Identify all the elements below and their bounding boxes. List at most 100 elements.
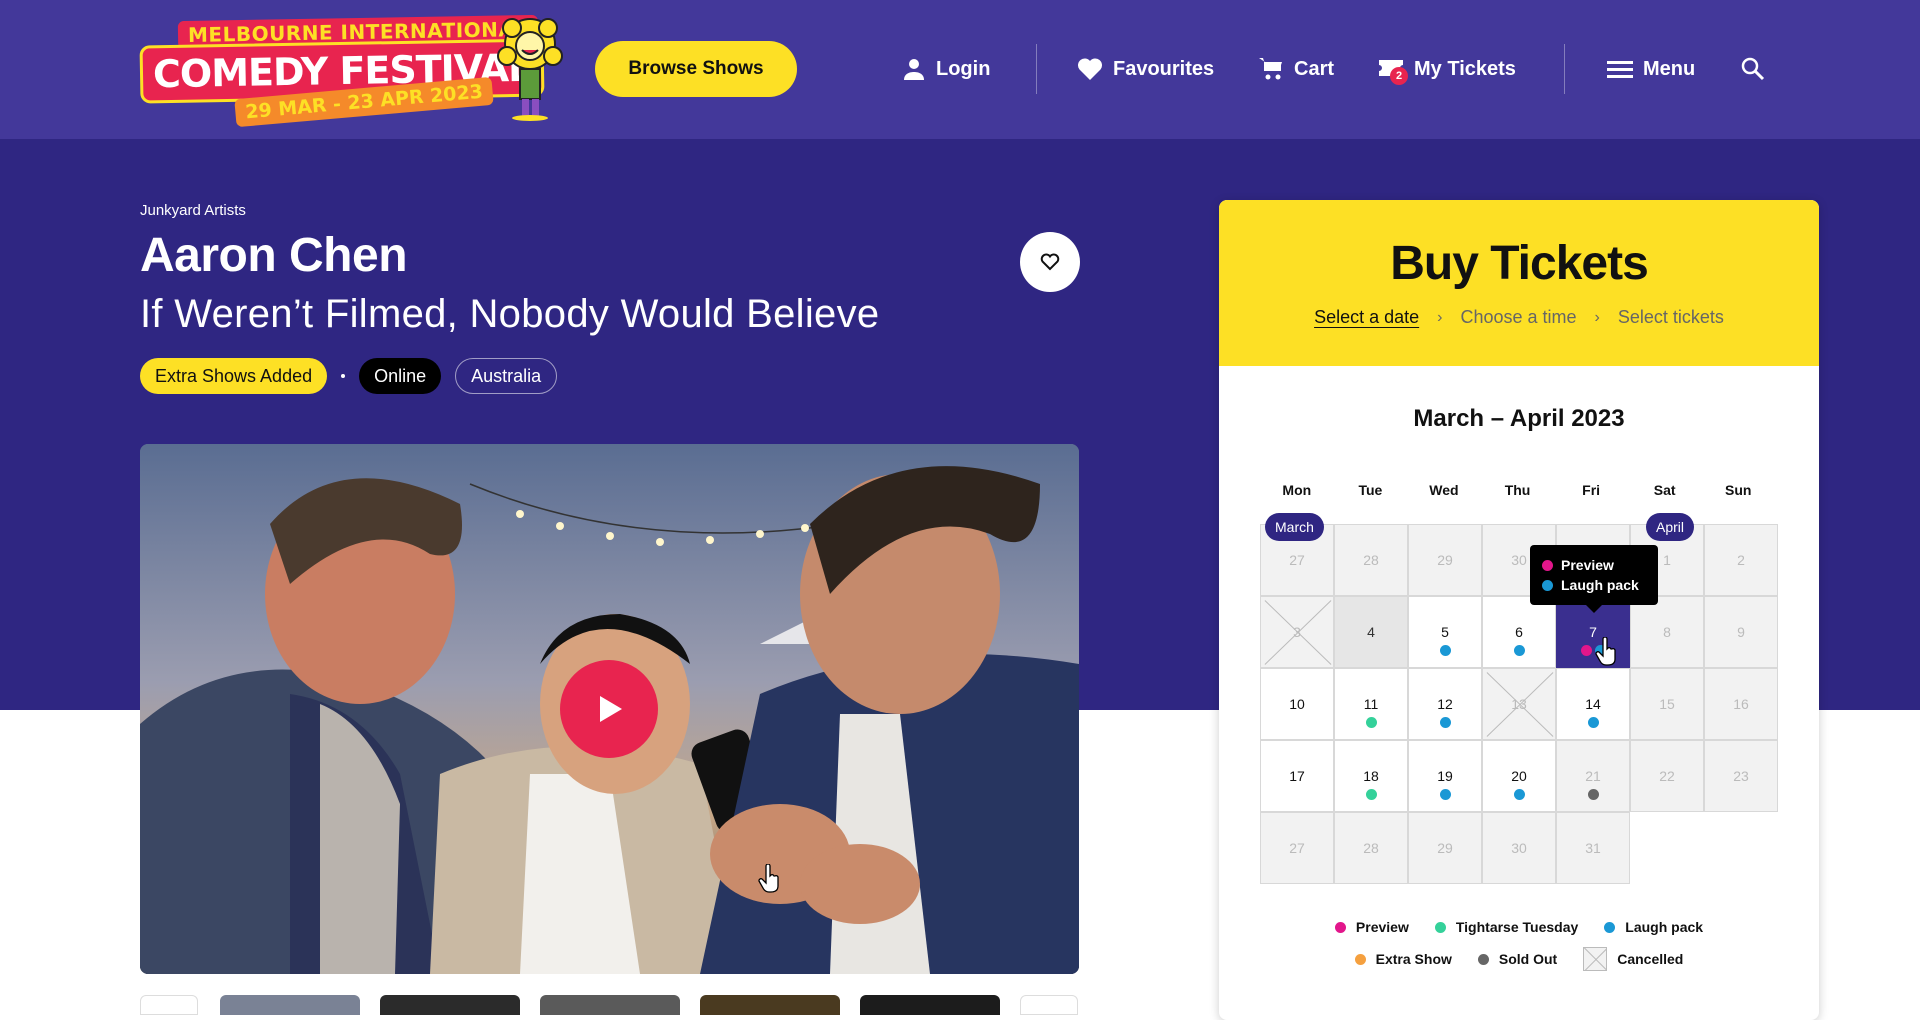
cart-link[interactable]: Cart — [1258, 52, 1334, 86]
calendar-day: 29 — [1408, 524, 1482, 596]
hand-cursor-icon — [1595, 637, 1616, 666]
weekday-header: Mon Tue Wed Thu Fri Sat Sun — [1260, 482, 1775, 498]
mascot-icon — [497, 18, 563, 121]
laugh-dot — [1439, 645, 1451, 656]
calendar-day: 31 — [1556, 812, 1630, 884]
weekday-label: Fri — [1582, 482, 1601, 498]
legend-preview: Preview — [1334, 919, 1409, 935]
event-dots — [1335, 789, 1407, 800]
laugh-dot — [1439, 789, 1451, 800]
cart-label: Cart — [1294, 57, 1335, 80]
day-number: 27 — [1289, 552, 1305, 568]
calendar-day[interactable]: 12 — [1408, 668, 1482, 740]
laugh-pack-dot — [1604, 921, 1616, 933]
login-link[interactable]: Login — [902, 52, 990, 86]
show-video[interactable] — [140, 444, 1079, 974]
video-thumbnails — [140, 995, 1079, 1015]
legend-sold-out: Sold Out — [1477, 947, 1558, 971]
thumbnail[interactable] — [540, 995, 680, 1015]
chevron-right-icon: › — [1437, 308, 1443, 326]
heart-icon — [1077, 58, 1103, 80]
laugh-dot — [1439, 717, 1451, 728]
day-number: 15 — [1659, 696, 1675, 712]
show-subtitle: If Weren’t Filmed, Nobody Would Believe — [140, 292, 880, 336]
step-select-date[interactable]: Select a date — [1314, 307, 1419, 328]
tag-online: Online — [359, 358, 442, 394]
day-number: 19 — [1437, 768, 1453, 784]
calendar-day: 28 — [1334, 524, 1408, 596]
thumbnail[interactable] — [380, 995, 520, 1015]
calendar-day[interactable]: 5 — [1408, 596, 1482, 668]
browse-shows-button[interactable]: Browse Shows — [595, 41, 797, 97]
calendar-legend-row2: Extra Show Sold Out Cancelled — [1219, 947, 1819, 971]
weekday-label: Thu — [1504, 482, 1531, 498]
buy-tickets-panel: Buy Tickets Select a date › Choose a tim… — [1219, 200, 1819, 1020]
calendar-day: 4 — [1334, 596, 1408, 668]
thumbnail[interactable] — [700, 995, 840, 1015]
month-label-march: March — [1265, 513, 1324, 541]
calendar-day[interactable]: 10 — [1260, 668, 1334, 740]
my-tickets-link[interactable]: 2 My Tickets — [1378, 52, 1516, 86]
legend-tightarse: Tightarse Tuesday — [1434, 919, 1579, 935]
calendar-day: 3 — [1260, 596, 1334, 668]
legend-label: Sold Out — [1498, 951, 1558, 967]
calendar-day[interactable]: 11 — [1334, 668, 1408, 740]
menu-button[interactable]: Menu — [1607, 52, 1695, 86]
weekday-label: Tue — [1358, 482, 1383, 498]
add-favourite-button[interactable] — [1020, 232, 1080, 292]
laugh-dot — [1513, 789, 1525, 800]
sold-dot — [1587, 789, 1599, 800]
day-number: 18 — [1363, 768, 1379, 784]
show-title: Aaron Chen — [140, 229, 408, 282]
show-tags: Extra Shows Added Online Australia — [140, 358, 558, 394]
calendar-day[interactable]: 19 — [1408, 740, 1482, 812]
calendar-day: 21 — [1556, 740, 1630, 812]
day-number: 9 — [1737, 624, 1745, 640]
weekday-label: Mon — [1282, 482, 1312, 498]
thumbnail[interactable] — [860, 995, 1000, 1015]
thumbnail[interactable] — [220, 995, 360, 1015]
legend-laugh-pack: Laugh pack — [1604, 919, 1703, 935]
chevron-right-icon: › — [1594, 308, 1600, 326]
day-number: 12 — [1437, 696, 1453, 712]
tag-extra-shows: Extra Shows Added — [140, 358, 328, 394]
calendar-day[interactable]: 14 — [1556, 668, 1630, 740]
search-button[interactable] — [1741, 52, 1765, 86]
festival-logo[interactable]: MELBOURNE INTERNATIONAL COMEDY FESTIVAL … — [139, 14, 565, 128]
play-button[interactable] — [560, 660, 658, 758]
step-choose-time: Choose a time — [1460, 307, 1577, 327]
calendar-legend-row1: Preview Tightarse Tuesday Laugh pack — [1219, 919, 1819, 935]
hand-cursor-icon — [758, 864, 779, 893]
calendar-day[interactable]: 6 — [1482, 596, 1556, 668]
day-number: 2 — [1737, 552, 1745, 568]
calendar-grid: 2728293031123456789101112131415161718192… — [1260, 524, 1780, 884]
calendar-day[interactable]: 20 — [1482, 740, 1556, 812]
thumbnail-prev-button[interactable] — [140, 995, 198, 1015]
tightarse-dot — [1434, 921, 1446, 933]
calendar-day[interactable]: 18 — [1334, 740, 1408, 812]
day-number: 28 — [1363, 840, 1379, 856]
login-label: Login — [936, 57, 991, 80]
favourites-label: Favourites — [1113, 57, 1215, 80]
tooltip-laugh-pack: Laugh pack — [1561, 577, 1639, 593]
day-number: 6 — [1515, 624, 1523, 640]
day-number: 4 — [1367, 624, 1375, 640]
presenter-name: Junkyard Artists — [140, 202, 246, 219]
cancelled-icon — [1583, 947, 1608, 971]
day-number: 13 — [1511, 696, 1527, 712]
tickets-count-badge: 2 — [1390, 67, 1408, 85]
day-number: 29 — [1437, 840, 1453, 856]
calendar-day: 15 — [1630, 668, 1704, 740]
calendar-day: 27 — [1260, 812, 1334, 884]
site-header: MELBOURNE INTERNATIONAL COMEDY FESTIVAL … — [0, 0, 1920, 139]
day-number: 8 — [1663, 624, 1671, 640]
day-number: 16 — [1733, 696, 1749, 712]
legend-label: Tightarse Tuesday — [1455, 919, 1579, 935]
tag-separator — [341, 374, 346, 378]
favourites-link[interactable]: Favourites — [1077, 52, 1214, 86]
event-dots — [1409, 717, 1481, 728]
step-select-tickets: Select tickets — [1617, 307, 1724, 327]
day-number: 21 — [1585, 768, 1601, 784]
calendar-day[interactable]: 17 — [1260, 740, 1334, 812]
thumbnail-next-button[interactable] — [1020, 995, 1078, 1015]
